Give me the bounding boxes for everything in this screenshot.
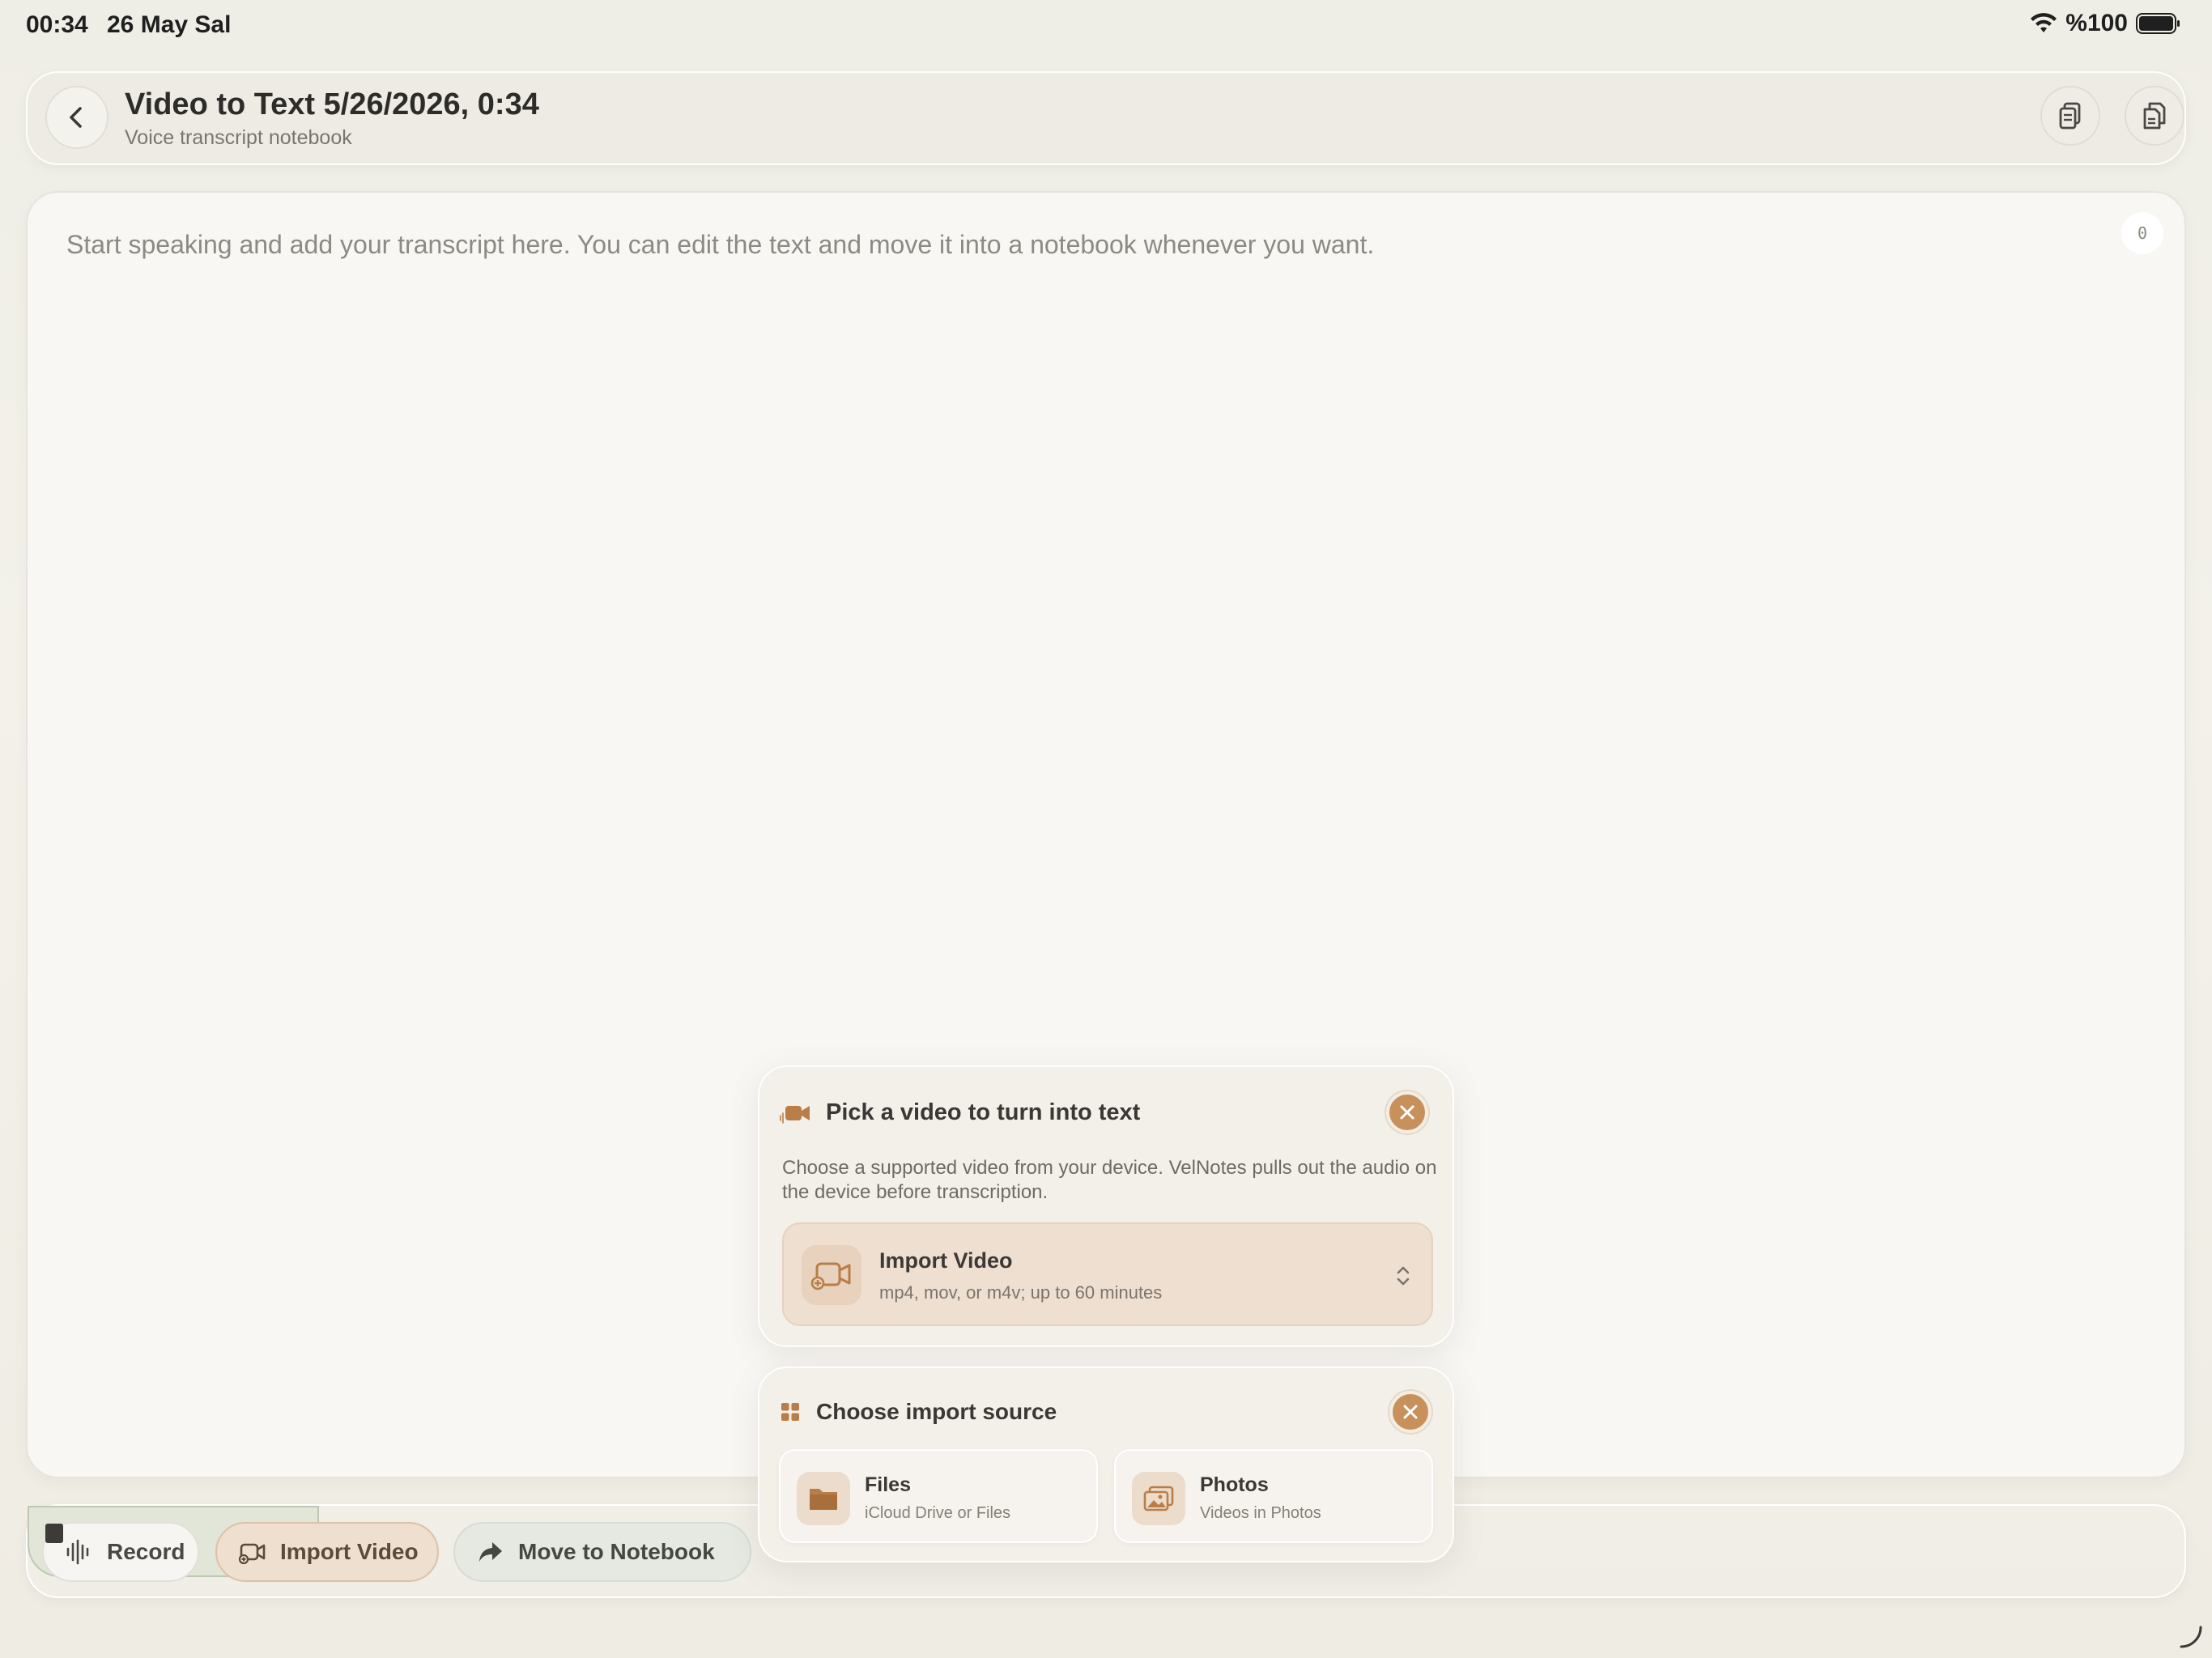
photos-icon-box	[1132, 1472, 1185, 1525]
photos-icon	[1143, 1486, 1174, 1511]
pick-video-popover: Pick a video to turn into text Choose a …	[758, 1065, 1454, 1347]
close-icon	[1403, 1405, 1418, 1419]
transcript-placeholder: Start speaking and add your transcript h…	[66, 230, 1375, 259]
import-video-label: Import Video	[280, 1539, 419, 1564]
close-import-source-button[interactable]	[1389, 1391, 1431, 1433]
chevron-up-down-icon	[1397, 1266, 1410, 1286]
page-subtitle: Voice transcript notebook	[125, 126, 352, 149]
source-files-subtitle: iCloud Drive or Files	[865, 1504, 1011, 1522]
share-arrow-icon	[479, 1542, 502, 1562]
folder-icon-box	[797, 1472, 850, 1525]
video-camera-icon	[780, 1106, 810, 1124]
waveform-icon	[66, 1539, 89, 1565]
battery-percent: %100	[2065, 10, 2128, 36]
close-pick-video-button[interactable]	[1386, 1091, 1428, 1133]
battery-icon	[2136, 13, 2180, 34]
import-source-title: Choose import source	[816, 1399, 1057, 1424]
pick-video-description: Choose a supported video from your devic…	[782, 1157, 1437, 1203]
move-to-notebook-label: Move to Notebook	[518, 1539, 715, 1564]
status-indicators: %100	[2030, 10, 2181, 37]
import-video-option-title: Import Video	[879, 1248, 1013, 1273]
back-button[interactable]	[45, 86, 108, 149]
source-photos-subtitle: Videos in Photos	[1200, 1504, 1321, 1522]
video-add-icon	[238, 1543, 266, 1565]
source-files-button[interactable]: Files iCloud Drive or Files	[779, 1449, 1098, 1543]
import-video-button[interactable]: Import Video	[215, 1522, 439, 1582]
copy-icon	[2059, 102, 2081, 130]
status-bar: 00:34 26 May Sal %100	[0, 0, 2212, 52]
move-to-notebook-button[interactable]: Move to Notebook	[453, 1522, 751, 1582]
folder-icon	[810, 1489, 837, 1510]
record-button[interactable]: Record	[42, 1522, 199, 1582]
record-label: Record	[107, 1539, 185, 1564]
document-copy-button[interactable]	[2125, 86, 2184, 146]
page-title: Video to Text 5/26/2026, 0:34	[125, 87, 539, 121]
header-bar: Video to Text 5/26/2026, 0:34 Voice tran…	[26, 71, 2186, 165]
import-video-icon-box	[802, 1245, 861, 1305]
status-date: 26 May Sal	[107, 11, 232, 38]
video-add-icon	[810, 1262, 851, 1290]
import-video-option[interactable]: Import Video mp4, mov, or m4v; up to 60 …	[782, 1222, 1433, 1326]
document-copy-icon	[2143, 102, 2166, 130]
close-icon	[1400, 1105, 1414, 1120]
pick-video-title: Pick a video to turn into text	[826, 1099, 1141, 1125]
resize-handle-icon[interactable]	[2178, 1624, 2204, 1650]
status-time: 00:34	[26, 11, 88, 38]
copy-button[interactable]	[2040, 86, 2100, 146]
notebook-icon	[45, 1524, 63, 1543]
source-photos-button[interactable]: Photos Videos in Photos	[1114, 1449, 1433, 1543]
import-video-option-subtitle: mp4, mov, or m4v; up to 60 minutes	[879, 1282, 1163, 1303]
wifi-icon	[2031, 13, 2057, 32]
chevron-left-icon	[70, 107, 82, 128]
character-count: 0	[2121, 212, 2163, 254]
source-files-title: Files	[865, 1473, 911, 1496]
grid-icon	[781, 1403, 799, 1421]
source-photos-title: Photos	[1200, 1473, 1269, 1496]
import-source-popover: Choose import source Files iCloud Drive …	[758, 1367, 1454, 1562]
